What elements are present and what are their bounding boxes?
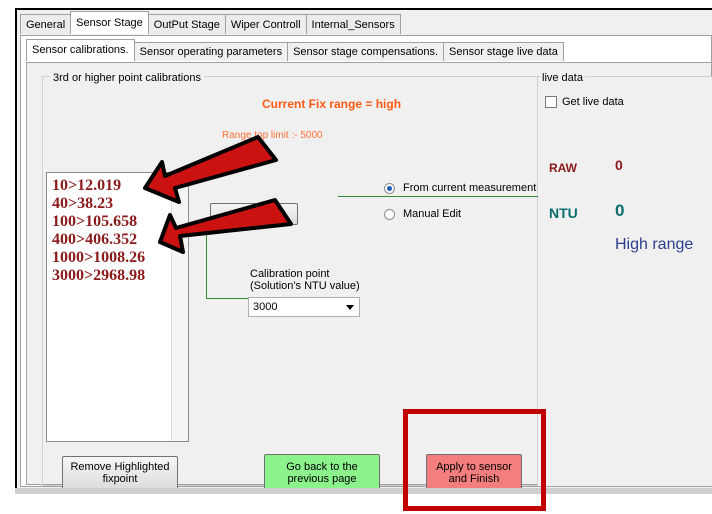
annotation-arrow-icon [143, 135, 278, 204]
tab-sensor-stage[interactable]: Sensor Stage [70, 11, 149, 34]
annotation-arrows [143, 135, 293, 254]
subtab-sensor-calibrations[interactable]: Sensor calibrations. [26, 39, 135, 61]
annotation-highlight-box [403, 409, 546, 511]
annotation-arrow-icon [158, 198, 293, 254]
